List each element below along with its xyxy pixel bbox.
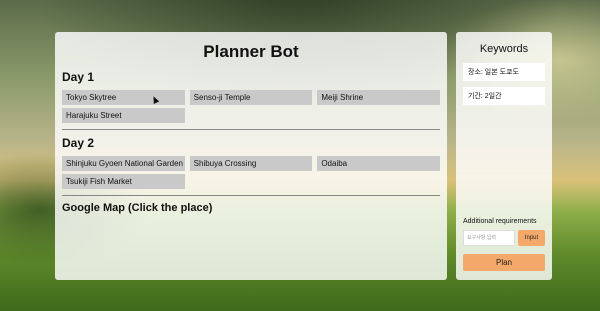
place-button[interactable]: Odaiba: [317, 156, 440, 171]
input-button[interactable]: Input: [518, 230, 545, 246]
requirements-label: Additional requirements: [463, 218, 537, 225]
place-button[interactable]: Tsukiji Fish Market: [62, 174, 185, 189]
requirements-input[interactable]: 요구사항 입력: [463, 230, 515, 246]
divider: [62, 195, 440, 196]
place-button[interactable]: Meiji Shrine: [317, 90, 440, 105]
planner-panel: Planner Bot Day 1 Tokyo Skytree Senso-ji…: [55, 32, 447, 280]
keyword-item: 기간: 2일간: [463, 87, 545, 105]
map-heading: Google Map (Click the place): [62, 202, 213, 214]
keyword-item: 장소: 일본 도쿄도: [463, 63, 545, 81]
divider: [62, 129, 440, 130]
keywords-title: Keywords: [479, 43, 529, 55]
day-1-places: Tokyo Skytree Senso-ji Temple Meiji Shri…: [62, 90, 440, 123]
place-button[interactable]: Harajuku Street: [62, 108, 185, 123]
requirements-row: 요구사항 입력 Input: [463, 230, 545, 246]
keywords-panel: Keywords 장소: 일본 도쿄도 기간: 2일간 Additional r…: [456, 32, 552, 280]
place-button[interactable]: Senso-ji Temple: [189, 90, 313, 105]
page-title: Planner Bot: [203, 42, 299, 61]
place-button[interactable]: Tokyo Skytree: [62, 90, 185, 105]
day-2-heading: Day 2: [62, 136, 95, 150]
place-button[interactable]: Shibuya Crossing: [189, 156, 313, 171]
day-2-places: Shinjuku Gyoen National Garden Shibuya C…: [62, 156, 440, 189]
place-button[interactable]: Shinjuku Gyoen National Garden: [62, 156, 185, 171]
plan-button[interactable]: Plan: [463, 254, 545, 271]
day-1-heading: Day 1: [62, 70, 95, 84]
